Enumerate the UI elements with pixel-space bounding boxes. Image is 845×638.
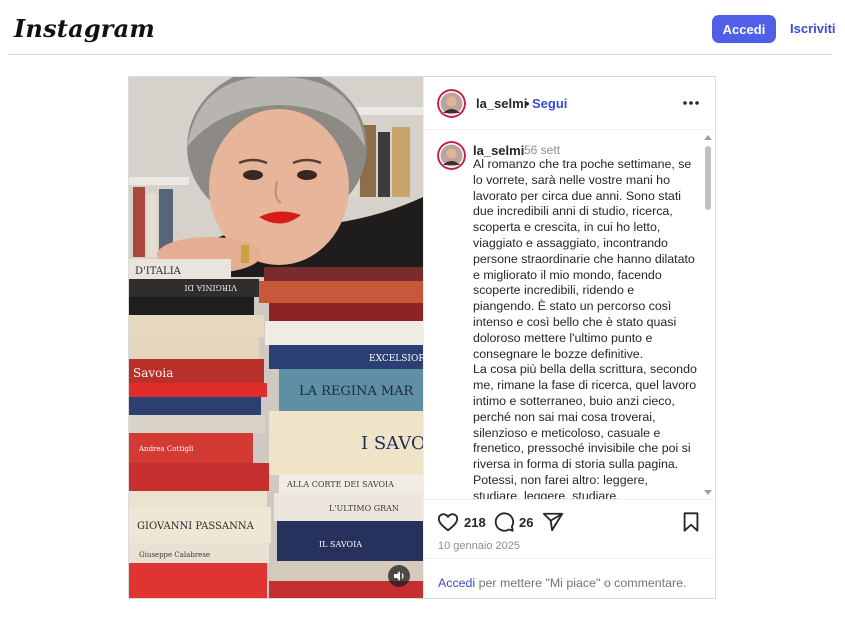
comments-scrollbar[interactable] [702,133,714,497]
caption-timestamp[interactable]: 56 sett [524,143,560,157]
scroll-up-arrow-icon[interactable] [704,135,712,140]
login-button[interactable]: Accedi [712,15,776,43]
instagram-logo[interactable]: Instagram [14,14,155,43]
post-date[interactable]: 10 gennaio 2025 [438,540,520,552]
author-username[interactable]: la_selmi [476,96,527,111]
post-photo[interactable]: D'ITALIA VIRGINIA DI Savoia LA REGINA MA… [129,77,423,598]
bookmark-icon[interactable] [680,511,702,533]
scrollbar-thumb[interactable] [705,146,711,210]
caption-paragraph: La cosa più bella della scrittura, secon… [473,362,697,499]
speaker-icon [394,571,404,581]
post-photo-image: D'ITALIA VIRGINIA DI Savoia LA REGINA MA… [129,77,423,598]
book-spine-1: D'ITALIA [135,266,182,277]
login-prompt-text: per mettere "Mi piace" o commentare. [475,576,687,590]
share-icon[interactable] [542,511,564,533]
actions-divider [424,558,716,559]
heart-icon[interactable] [437,511,459,533]
more-horizontal-icon[interactable] [681,93,701,113]
book-spine-10: IL SAVOIA [319,540,362,549]
book-spine-12: L'ULTIMO GRAN [329,504,399,513]
book-spine-11: Andrea Cottigli [138,445,194,453]
signup-link[interactable]: Iscriviti [790,21,836,36]
book-spine-2: VIRGINIA DI [184,283,238,292]
post-header: la_selmi • Segui [424,77,716,130]
post-side-panel: la_selmi • Segui la_selmi 56 sett Al rom… [423,77,716,598]
book-spine-4: LA REGINA MAR [299,384,415,399]
caption-avatar[interactable] [437,141,466,170]
comment-icon[interactable] [493,511,515,533]
book-spine-7: GIOVANNI PASSANNA [137,521,255,532]
login-prompt-link[interactable]: Accedi [438,576,475,590]
audio-toggle-button[interactable] [388,565,410,587]
book-spine-8: ALLA CORTE DEI SAVOIA [286,480,394,489]
book-spine-9: Giuseppe Calabrese [139,551,210,559]
post-card: D'ITALIA VIRGINIA DI Savoia LA REGINA MA… [128,76,716,599]
caption-paragraph: Al romanzo che tra poche settimane, se l… [473,157,695,361]
header-divider [8,54,832,55]
like-count[interactable]: 218 [464,515,486,530]
comments-area[interactable]: la_selmi 56 sett Al romanzo che tra poch… [424,131,716,499]
book-spine-6: EXCELSIOR [369,354,423,364]
comment-count[interactable]: 26 [519,515,533,530]
author-avatar[interactable] [437,89,466,118]
caption-username[interactable]: la_selmi [473,143,524,158]
scroll-down-arrow-icon[interactable] [704,490,712,495]
book-spine-3: Savoia [133,366,173,380]
top-navigation-bar: Instagram Accedi Iscriviti [0,0,845,55]
post-caption: Al romanzo che tra poche settimane, se l… [473,157,698,499]
post-actions: 218 26 10 gennaio 2025 Accedi per metter… [424,499,716,598]
book-spine-5: I SAVOI [361,433,423,454]
follow-button[interactable]: Segui [532,96,567,111]
separator-dot: • [525,96,530,111]
login-prompt: Accedi per mettere "Mi piace" o commenta… [438,576,686,590]
